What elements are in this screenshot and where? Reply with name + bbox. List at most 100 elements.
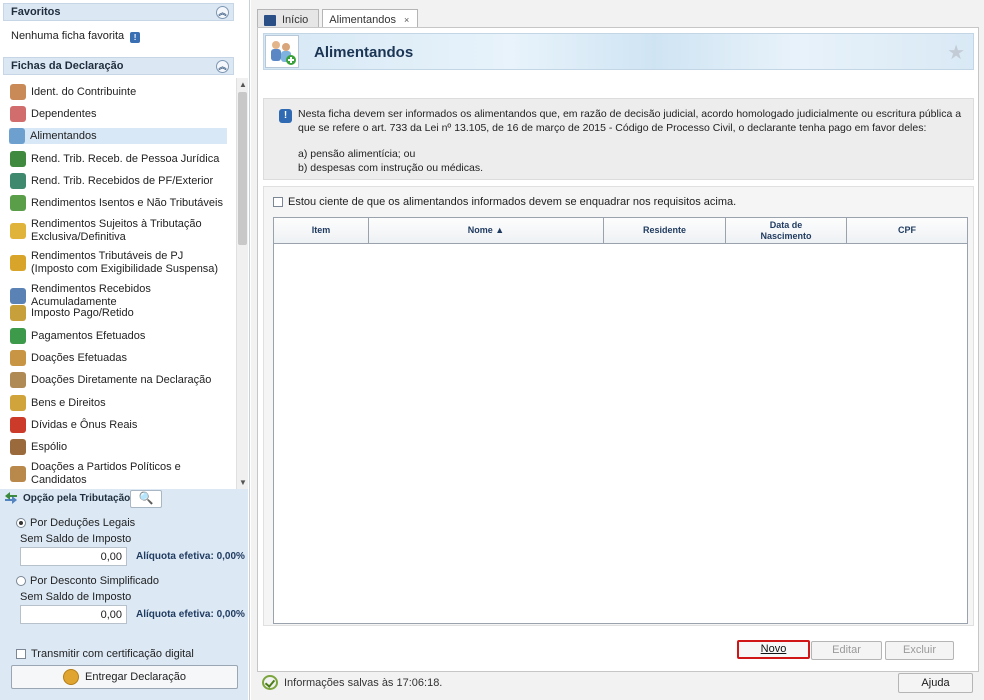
favoritos-header[interactable]: Favoritos ︽ bbox=[3, 3, 234, 21]
ficha-item[interactable]: Dependentes bbox=[10, 106, 227, 122]
fichas-list: Ident. do Contribuinte Dependentes Aliment… bbox=[3, 80, 235, 488]
ficha-label: Dependentes bbox=[31, 107, 97, 120]
ajuda-button[interactable]: Ajuda bbox=[898, 673, 973, 693]
ficha-label: Espólio bbox=[31, 440, 68, 453]
ficha-item[interactable]: Pagamentos Efetuados bbox=[10, 328, 227, 344]
tab-inicio[interactable]: Início bbox=[257, 9, 320, 28]
saldo-label: Sem Saldo de Imposto bbox=[20, 591, 132, 603]
direct-donations-icon bbox=[10, 372, 26, 388]
ficha-item[interactable]: Doações Efetuadas bbox=[10, 350, 227, 366]
novo-button[interactable]: Novo bbox=[737, 640, 810, 659]
notice-main: Nesta ficha devem ser informados os alim… bbox=[298, 108, 962, 134]
aliquota-label: Alíquota efetiva: 0,00% bbox=[136, 551, 245, 562]
ficha-item[interactable]: Rend. Trib. Receb. de Pessoa Jurídica bbox=[10, 151, 227, 167]
search-icon: 🔍 bbox=[138, 491, 154, 505]
alimentandos-icon bbox=[265, 35, 299, 68]
party-donations-icon bbox=[10, 466, 26, 482]
tributacao-panel: Opção pela Tributação: 🔍 Por Deduções Le… bbox=[0, 489, 248, 700]
header-label: Residente bbox=[642, 225, 686, 235]
ficha-label: Doações Efetuadas bbox=[31, 351, 128, 364]
left-panel: Favoritos ︽ Nenhuma ficha favorita! Fich… bbox=[0, 0, 250, 700]
tab-label: Alimentandos bbox=[329, 14, 396, 26]
column-header-data-nascimento[interactable]: Data de Nascimento bbox=[726, 218, 847, 243]
donations-icon bbox=[10, 350, 26, 366]
payments-icon bbox=[10, 328, 26, 344]
tax-paid-icon bbox=[10, 305, 26, 321]
radio-button-selected[interactable] bbox=[16, 518, 26, 528]
ficha-item[interactable]: Espólio bbox=[10, 439, 227, 455]
radio-label: Por Desconto Simplificado bbox=[30, 575, 160, 587]
scroll-thumb[interactable] bbox=[238, 92, 247, 245]
person-icon bbox=[10, 84, 26, 100]
scroll-up-icon[interactable]: ▲ bbox=[238, 80, 248, 90]
radio-deducoes-legais[interactable]: Por Deduções Legais bbox=[16, 517, 135, 529]
ficha-item[interactable]: Doações Diretamente na Declaração bbox=[10, 372, 227, 388]
ficha-item[interactable]: Dívidas e Ônus Reais bbox=[10, 417, 227, 433]
close-icon[interactable]: × bbox=[404, 15, 409, 25]
ficha-label: Imposto Pago/Retido bbox=[31, 306, 134, 319]
ficha-item[interactable]: Bens e Direitos bbox=[10, 395, 227, 411]
ficha-item[interactable]: Rend. Trib. Recebidos de PF/Exterior bbox=[10, 173, 227, 189]
alimentandos-table: Item Nome ▲ Residente Data de Nascimento… bbox=[273, 217, 968, 624]
header-label: Nome bbox=[467, 225, 493, 235]
favoritos-empty: Nenhuma ficha favorita! bbox=[11, 30, 141, 43]
favoritos-empty-text: Nenhuma ficha favorita bbox=[11, 30, 125, 42]
ficha-item[interactable]: Rendimentos Sujeitos à Tributação Exclus… bbox=[10, 218, 227, 244]
column-header-nome[interactable]: Nome ▲ bbox=[369, 218, 604, 243]
estate-icon bbox=[10, 439, 26, 455]
editar-button[interactable]: Editar bbox=[811, 641, 882, 660]
notice-text: Nesta ficha devem ser informados os alim… bbox=[298, 108, 968, 175]
ficha-label: Rendimentos Isentos e Não Tributáveis bbox=[31, 196, 223, 209]
accumulated-income-icon bbox=[10, 288, 26, 304]
entregar-label: Entregar Declaração bbox=[85, 671, 186, 683]
ack-checkbox-row[interactable]: Estou ciente de que os alimentandos info… bbox=[273, 196, 736, 208]
page-header: Alimentandos ★ bbox=[263, 33, 974, 70]
globe-icon bbox=[63, 669, 80, 685]
header-label: Item bbox=[311, 225, 331, 235]
entregar-button[interactable]: Entregar Declaração bbox=[11, 665, 238, 689]
suspended-tax-icon bbox=[10, 255, 26, 271]
info-icon: ! bbox=[130, 32, 141, 43]
ficha-label: Doações a Partidos Políticos e Candidato… bbox=[31, 461, 181, 486]
transmitir-checkbox-row[interactable]: Transmitir com certificação digital bbox=[16, 648, 194, 660]
ficha-label: Rendimentos Sujeitos à Tributação Exclus… bbox=[31, 218, 202, 243]
ficha-label: Alimentandos bbox=[30, 129, 97, 142]
scroll-down-icon[interactable]: ▼ bbox=[238, 478, 248, 488]
collapse-icon[interactable]: ︽ bbox=[216, 6, 229, 19]
debts-icon bbox=[10, 417, 26, 433]
favoritos-title: Favoritos bbox=[11, 6, 61, 18]
transmitir-checkbox[interactable] bbox=[16, 649, 26, 659]
ficha-label: Ident. do Contribuinte bbox=[31, 85, 137, 98]
radio-button[interactable] bbox=[16, 576, 26, 586]
column-header-residente[interactable]: Residente bbox=[604, 218, 726, 243]
column-header-cpf[interactable]: CPF bbox=[847, 218, 967, 243]
saved-check-icon bbox=[262, 675, 278, 690]
tributacao-title: Opção pela Tributação: bbox=[23, 492, 134, 504]
header-label: Data de Nascimento bbox=[760, 219, 812, 241]
ficha-item[interactable]: Rendimentos Isentos e Não Tributáveis bbox=[10, 195, 227, 211]
income-pj-icon bbox=[10, 151, 26, 167]
tab-alimentandos[interactable]: Alimentandos × bbox=[322, 9, 419, 28]
fichas-header[interactable]: Fichas da Declaração ︽ bbox=[3, 57, 234, 75]
collapse-icon[interactable]: ︽ bbox=[216, 60, 229, 73]
excluir-button[interactable]: Excluir bbox=[885, 641, 954, 660]
ficha-label: Bens e Direitos bbox=[31, 396, 106, 409]
favorite-star-icon[interactable]: ★ bbox=[947, 40, 965, 65]
column-header-item[interactable]: Item bbox=[274, 218, 369, 243]
fichas-scrollbar[interactable]: ▲ ▼ bbox=[236, 78, 248, 490]
home-icon bbox=[264, 14, 276, 26]
aliquota-label: Alíquota efetiva: 0,00% bbox=[136, 609, 245, 620]
tab-bar: Início Alimentandos × bbox=[257, 9, 421, 28]
ack-checkbox[interactable] bbox=[273, 197, 283, 207]
ficha-label: Rendimentos Tributáveis de PJ (Imposto c… bbox=[31, 250, 219, 275]
exclusive-tax-icon bbox=[10, 223, 26, 239]
ficha-item[interactable]: Ident. do Contribuinte bbox=[10, 84, 227, 100]
assets-icon bbox=[10, 395, 26, 411]
ficha-item[interactable]: Doações a Partidos Políticos e Candidato… bbox=[10, 461, 227, 487]
ficha-item[interactable]: Imposto Pago/Retido bbox=[10, 305, 227, 321]
ficha-label: Pagamentos Efetuados bbox=[31, 329, 146, 342]
radio-desconto-simplificado[interactable]: Por Desconto Simplificado bbox=[16, 575, 159, 587]
ficha-item[interactable]: Alimentandos bbox=[9, 128, 227, 144]
ficha-item[interactable]: Rendimentos Tributáveis de PJ (Imposto c… bbox=[10, 250, 227, 276]
search-button[interactable]: 🔍 bbox=[130, 490, 162, 508]
